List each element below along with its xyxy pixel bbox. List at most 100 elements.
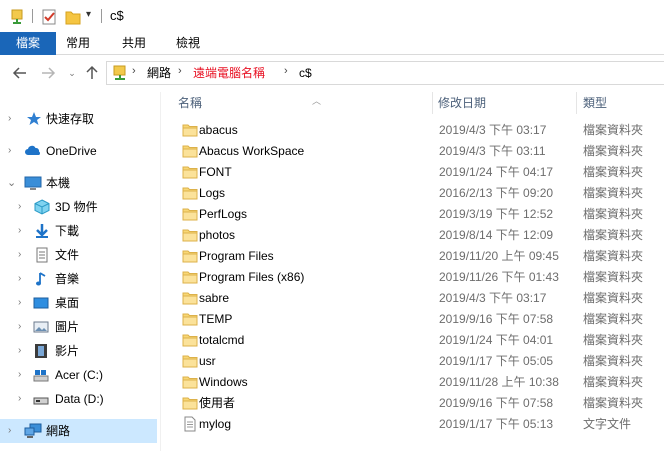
file-row[interactable]: FONT 2019/1/24 下午 04:17 檔案資料夾 <box>176 162 664 183</box>
file-modified-date: 2019/1/24 下午 04:01 <box>439 333 554 347</box>
expand-chevron-icon[interactable]: › <box>18 201 21 213</box>
expand-chevron-icon[interactable]: › <box>18 297 21 309</box>
tab-view[interactable]: 檢視 <box>168 32 208 55</box>
breadcrumb-chevron-icon[interactable]: › <box>132 65 136 77</box>
forward-arrow-icon[interactable] <box>40 65 56 81</box>
file-row[interactable]: PerfLogs 2019/3/19 下午 12:52 檔案資料夾 <box>176 204 664 225</box>
expand-chevron-icon[interactable]: › <box>18 345 21 357</box>
address-bar[interactable]: › 網路 › 遠端電腦名稱 › c$ <box>106 61 664 85</box>
sidebar-item-pictures[interactable]: › 圖片 <box>0 315 157 339</box>
tab-home[interactable]: 常用 <box>58 32 98 55</box>
file-modified-date: 2019/4/3 下午 03:17 <box>439 123 547 137</box>
sidebar-item-videos[interactable]: › 影片 <box>0 339 157 363</box>
file-modified-date: 2019/11/20 上午 09:45 <box>439 249 559 263</box>
cloud-icon <box>24 143 41 159</box>
column-header-type[interactable]: 類型 <box>583 90 663 116</box>
expand-chevron-icon[interactable]: › <box>18 249 21 261</box>
file-row[interactable]: TEMP 2019/9/16 下午 07:58 檔案資料夾 <box>176 309 664 330</box>
breadcrumb-chevron-icon[interactable]: › <box>284 65 288 77</box>
sidebar-item-desktop[interactable]: › 桌面 <box>0 291 157 315</box>
file-row[interactable]: sabre 2019/4/3 下午 03:17 檔案資料夾 <box>176 288 664 309</box>
folder-icon <box>182 227 198 243</box>
file-name: 使用者 <box>199 396 236 410</box>
folder-icon <box>182 374 198 390</box>
sidebar-item-drive-d[interactable]: › Data (D:) <box>0 387 157 411</box>
up-arrow-icon[interactable] <box>84 65 100 81</box>
sidebar-item-onedrive[interactable]: › OneDrive <box>0 139 157 163</box>
title-bar: ▾ c$ <box>0 0 664 32</box>
file-modified-date: 2019/11/26 下午 01:43 <box>439 270 559 284</box>
sidebar-item-3d-objects[interactable]: › 3D 物件 <box>0 195 157 219</box>
column-header-label: 類型 <box>583 96 608 110</box>
expand-chevron-icon[interactable]: › <box>8 425 11 437</box>
file-modified-date: 2019/4/3 下午 03:17 <box>439 291 547 305</box>
sidebar-item-music[interactable]: › 音樂 <box>0 267 157 291</box>
file-name: abacus <box>199 123 238 137</box>
new-folder-icon[interactable] <box>64 8 82 29</box>
expand-chevron-icon[interactable]: › <box>18 369 21 381</box>
sidebar-item-label: Data (D:) <box>55 392 104 406</box>
file-row[interactable]: Abacus WorkSpace 2019/4/3 下午 03:11 檔案資料夾 <box>176 141 664 162</box>
column-divider[interactable] <box>576 92 577 114</box>
sidebar-item-drive-c[interactable]: › Acer (C:) <box>0 363 157 387</box>
file-row[interactable]: totalcmd 2019/1/24 下午 04:01 檔案資料夾 <box>176 330 664 351</box>
navigation-pane: › 快速存取 › OneDrive ⌄ 本機 › 3D 物件 › 下載 › 文件… <box>0 92 160 451</box>
expand-chevron-icon[interactable]: › <box>18 393 21 405</box>
file-row[interactable]: Program Files (x86) 2019/11/26 下午 01:43 檔案… <box>176 267 664 288</box>
sidebar-item-downloads[interactable]: › 下載 <box>0 219 157 243</box>
file-row[interactable]: usr 2019/1/17 下午 05:05 檔案資料夾 <box>176 351 664 372</box>
column-divider[interactable] <box>432 92 433 114</box>
expand-chevron-icon[interactable]: › <box>8 113 11 125</box>
file-type: 檔案資料夾 <box>583 228 644 242</box>
expand-chevron-icon[interactable]: › <box>8 145 11 157</box>
file-modified-date: 2019/1/24 下午 04:17 <box>439 165 554 179</box>
file-type: 檔案資料夾 <box>583 186 644 200</box>
file-modified-date: 2019/8/14 下午 12:09 <box>439 228 554 242</box>
sidebar-item-label: 網路 <box>46 424 71 438</box>
expand-chevron-icon[interactable]: › <box>18 225 21 237</box>
sidebar-item-network[interactable]: › 網路 <box>0 419 157 443</box>
folder-icon <box>182 185 198 201</box>
file-row[interactable]: Program Files 2019/11/20 上午 09:45 檔案資料夾 <box>176 246 664 267</box>
file-name: usr <box>199 354 216 368</box>
collapse-chevron-icon[interactable]: ⌄ <box>7 177 16 189</box>
file-name: FONT <box>199 165 232 179</box>
breadcrumb-share[interactable]: c$ <box>299 66 312 80</box>
pane-divider[interactable] <box>160 92 161 451</box>
network-folder-icon <box>112 64 128 85</box>
document-icon <box>34 247 50 263</box>
recent-locations-chevron-icon[interactable]: ⌄ <box>64 65 80 81</box>
file-row[interactable]: 使用者 2019/9/16 下午 07:58 檔案資料夾 <box>176 393 664 414</box>
expand-chevron-icon[interactable]: › <box>18 273 21 285</box>
breadcrumb-chevron-icon[interactable]: › <box>178 65 182 77</box>
sidebar-item-label: 桌面 <box>55 296 80 310</box>
file-row[interactable]: mylog 2019/1/17 下午 05:13 文字文件 <box>176 414 664 435</box>
quick-access-folder-icon[interactable] <box>8 8 26 29</box>
file-type: 檔案資料夾 <box>583 291 644 305</box>
file-type: 檔案資料夾 <box>583 270 644 284</box>
file-row[interactable]: abacus 2019/4/3 下午 03:17 檔案資料夾 <box>176 120 664 141</box>
customize-toolbar-icon[interactable]: ▾ <box>86 9 91 20</box>
file-modified-date: 2019/11/28 上午 10:38 <box>439 375 559 389</box>
expand-chevron-icon[interactable]: › <box>18 321 21 333</box>
download-icon <box>34 223 50 239</box>
breadcrumb-network[interactable]: 網路 <box>147 66 171 80</box>
tab-file[interactable]: 檔案 <box>0 32 56 55</box>
folder-icon <box>182 290 198 306</box>
properties-icon[interactable] <box>40 8 58 29</box>
file-modified-date: 2019/9/16 下午 07:58 <box>439 396 554 410</box>
back-arrow-icon[interactable] <box>12 65 28 81</box>
sidebar-item-label: OneDrive <box>46 144 97 158</box>
file-row[interactable]: Logs 2016/2/13 下午 09:20 檔案資料夾 <box>176 183 664 204</box>
sidebar-item-documents[interactable]: › 文件 <box>0 243 157 267</box>
tab-share[interactable]: 共用 <box>114 32 154 55</box>
column-header-name[interactable]: 名稱 ︿ <box>178 90 428 116</box>
sidebar-item-quick-access[interactable]: › 快速存取 <box>0 107 157 131</box>
column-header-date[interactable]: 修改日期 <box>438 90 568 116</box>
file-row[interactable]: photos 2019/8/14 下午 12:09 檔案資料夾 <box>176 225 664 246</box>
file-type: 檔案資料夾 <box>583 396 644 410</box>
file-row[interactable]: Windows 2019/11/28 上午 10:38 檔案資料夾 <box>176 372 664 393</box>
breadcrumb-remote-computer[interactable]: 遠端電腦名稱 <box>193 66 265 80</box>
sidebar-item-label: Acer (C:) <box>55 368 103 382</box>
sidebar-item-this-pc[interactable]: ⌄ 本機 <box>0 171 157 195</box>
